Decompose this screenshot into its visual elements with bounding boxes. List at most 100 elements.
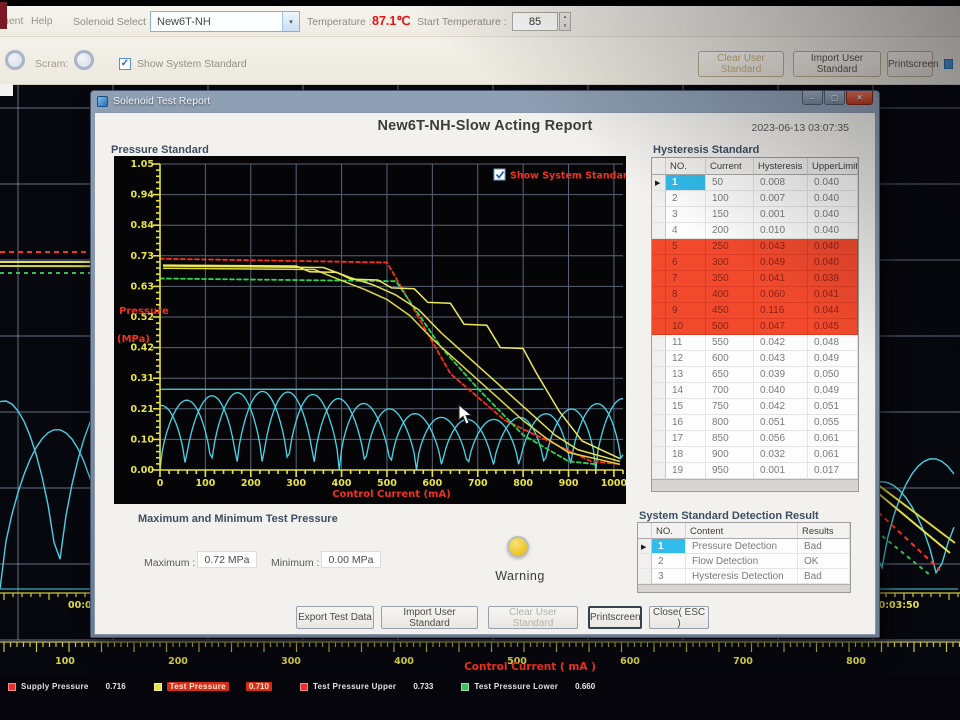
- table-cell[interactable]: 0.017: [808, 463, 858, 479]
- table-cell[interactable]: 850: [706, 431, 754, 447]
- table-cell[interactable]: 0.060: [754, 287, 808, 303]
- row-selector-cell[interactable]: ▶: [638, 539, 652, 554]
- hysteresis-table[interactable]: NO. Current Hysteresis UpperLimit ▶ 1 50 0.008 0…: [651, 157, 859, 492]
- table-cell[interactable]: 0.038: [808, 271, 858, 287]
- table-cell[interactable]: 700: [706, 383, 754, 399]
- column-header[interactable]: Content: [686, 523, 798, 539]
- table-cell[interactable]: 0.061: [808, 431, 858, 447]
- table-cell[interactable]: 0.061: [808, 447, 858, 463]
- table-cell[interactable]: 0.051: [754, 415, 808, 431]
- clear-user-standard-button[interactable]: Clear User Standard: [698, 51, 784, 77]
- table-cell[interactable]: 0.055: [808, 415, 858, 431]
- spinner-down-icon[interactable]: ▼: [560, 22, 570, 31]
- table-cell[interactable]: OK: [798, 554, 850, 569]
- partial-checkbox[interactable]: [944, 59, 953, 69]
- table-cell[interactable]: 19: [666, 463, 706, 479]
- row-selector-cell[interactable]: [652, 271, 666, 287]
- table-scroll-strip[interactable]: [638, 584, 850, 592]
- show-system-standard-checkbox-toolbar[interactable]: ✓: [119, 58, 131, 70]
- table-cell[interactable]: Bad: [798, 539, 850, 554]
- close-icon[interactable]: ✕: [846, 91, 873, 105]
- table-cell[interactable]: 900: [706, 447, 754, 463]
- table-cell[interactable]: 0.001: [754, 463, 808, 479]
- table-cell[interactable]: 0.032: [754, 447, 808, 463]
- table-cell[interactable]: 3: [652, 569, 686, 584]
- table-cell[interactable]: 18: [666, 447, 706, 463]
- table-cell[interactable]: 14: [666, 383, 706, 399]
- table-cell[interactable]: 0.056: [754, 431, 808, 447]
- legend-item[interactable]: Test Pressure Upper 0.733: [299, 682, 433, 691]
- column-header[interactable]: Hysteresis: [754, 158, 808, 175]
- table-cell[interactable]: 800: [706, 415, 754, 431]
- table-cell[interactable]: 2: [666, 191, 706, 207]
- table-cell[interactable]: 0.049: [808, 383, 858, 399]
- spinner-up-icon[interactable]: ▲: [560, 13, 570, 22]
- table-cell[interactable]: 0.116: [754, 303, 808, 319]
- table-cell[interactable]: 0.040: [754, 383, 808, 399]
- close-esc-button[interactable]: Close( ESC ): [649, 606, 709, 629]
- table-cell[interactable]: 0.041: [808, 287, 858, 303]
- table-cell[interactable]: 0.051: [808, 399, 858, 415]
- table-cell[interactable]: 0.049: [754, 255, 808, 271]
- table-cell[interactable]: 0.040: [808, 223, 858, 239]
- row-selector-cell[interactable]: [652, 319, 666, 335]
- table-cell[interactable]: 750: [706, 399, 754, 415]
- row-selector-cell[interactable]: [652, 239, 666, 255]
- column-header[interactable]: Current: [706, 158, 754, 175]
- printscreen-button[interactable]: Printscreen: [887, 51, 939, 77]
- chevron-down-icon[interactable]: ▾: [282, 12, 299, 31]
- table-cell[interactable]: 600: [706, 351, 754, 367]
- table-cell[interactable]: 0.048: [808, 335, 858, 351]
- solenoid-select-combobox[interactable]: New6T-NH ▾: [150, 11, 300, 32]
- printscreen-button-dialog[interactable]: Printscreen: [588, 606, 642, 629]
- row-selector-cell[interactable]: [652, 431, 666, 447]
- row-selector-cell[interactable]: [638, 554, 652, 569]
- table-cell[interactable]: 200: [706, 223, 754, 239]
- table-cell[interactable]: 50: [706, 175, 754, 191]
- table-cell[interactable]: 0.040: [808, 175, 858, 191]
- import-user-standard-button-dialog[interactable]: Import User Standard: [381, 606, 478, 629]
- table-cell[interactable]: 13: [666, 367, 706, 383]
- row-selector-cell[interactable]: [638, 569, 652, 584]
- row-selector-cell[interactable]: [652, 303, 666, 319]
- row-selector-cell[interactable]: [652, 335, 666, 351]
- table-cell[interactable]: 950: [706, 463, 754, 479]
- table-cell[interactable]: 1: [666, 175, 706, 191]
- table-cell[interactable]: 2: [652, 554, 686, 569]
- export-test-data-button[interactable]: Export Test Data: [296, 606, 374, 629]
- table-cell[interactable]: 450: [706, 303, 754, 319]
- table-cell[interactable]: 1: [652, 539, 686, 554]
- table-cell[interactable]: 650: [706, 367, 754, 383]
- table-cell[interactable]: 4: [666, 223, 706, 239]
- table-cell[interactable]: 150: [706, 207, 754, 223]
- table-cell[interactable]: 0.040: [808, 239, 858, 255]
- table-cell[interactable]: 0.039: [754, 367, 808, 383]
- dialog-titlebar[interactable]: Solenoid Test Report – ▢ ✕: [91, 91, 879, 111]
- table-cell[interactable]: 0.001: [754, 207, 808, 223]
- legend-item[interactable]: Test Pressure Lower 0.660: [461, 682, 595, 691]
- table-cell[interactable]: 0.007: [754, 191, 808, 207]
- table-cell[interactable]: 0.047: [754, 319, 808, 335]
- start-temperature-input[interactable]: 85: [512, 12, 558, 31]
- table-cell[interactable]: 300: [706, 255, 754, 271]
- row-selector-cell[interactable]: [652, 255, 666, 271]
- table-cell[interactable]: 17: [666, 431, 706, 447]
- table-cell[interactable]: 7: [666, 271, 706, 287]
- row-selector-cell[interactable]: ▶: [652, 175, 666, 191]
- column-header[interactable]: NO.: [652, 523, 686, 539]
- menu-item-help[interactable]: Help: [31, 15, 53, 27]
- column-header[interactable]: NO.: [666, 158, 706, 175]
- table-cell[interactable]: 0.008: [754, 175, 808, 191]
- table-cell[interactable]: 0.043: [754, 239, 808, 255]
- maximize-button[interactable]: ▢: [824, 91, 845, 105]
- table-cell[interactable]: 0.045: [808, 319, 858, 335]
- table-cell[interactable]: 0.040: [808, 255, 858, 271]
- import-user-standard-button[interactable]: Import User Standard: [793, 51, 881, 77]
- table-cell[interactable]: 16: [666, 415, 706, 431]
- start-temperature-spinner[interactable]: ▲ ▼: [559, 12, 571, 31]
- table-cell[interactable]: 250: [706, 239, 754, 255]
- table-cell[interactable]: 6: [666, 255, 706, 271]
- table-cell[interactable]: 100: [706, 191, 754, 207]
- table-cell[interactable]: Bad: [798, 569, 850, 584]
- table-cell[interactable]: 0.043: [754, 351, 808, 367]
